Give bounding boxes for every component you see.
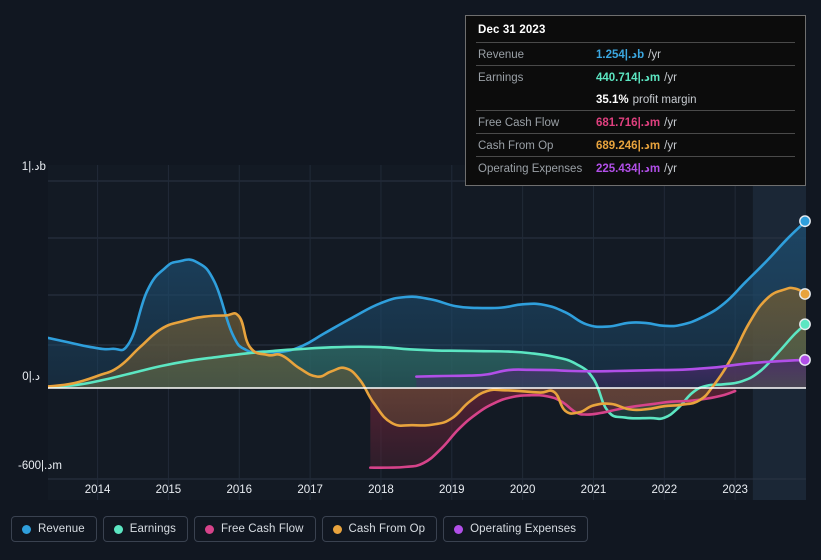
- x-axis-tick-2014: 2014: [84, 484, 111, 496]
- y-axis-label-zero: 0|.د: [22, 371, 40, 383]
- tooltip-row: Operating Expenses 225.434|.دm/yr: [476, 156, 795, 179]
- tooltip-row-unit: /yr: [664, 117, 677, 129]
- chart-legend[interactable]: Revenue Earnings Free Cash Flow Cash From O…: [11, 516, 589, 542]
- tooltip-row-value: 35.1%: [596, 94, 629, 106]
- legend-item-label: Free Cash Flow: [220, 523, 304, 535]
- tooltip-row-unit: /yr: [648, 49, 661, 61]
- x-axis-tick-2019: 2019: [438, 484, 465, 496]
- series-endpoint-marker: [799, 318, 811, 331]
- x-axis-tick-2023: 2023: [722, 484, 748, 496]
- tooltip-row: Earnings 440.714|.دm/yr: [476, 65, 795, 88]
- tooltip-row-label: Free Cash Flow: [478, 117, 560, 129]
- data-tooltip: Dec 31 2023 Revenue 1.254|.دb/yr Earnings 4…: [465, 15, 806, 186]
- legend-color-dot-icon: [204, 524, 214, 534]
- x-axis-tick-2018: 2018: [368, 484, 394, 496]
- tooltip-rows: Revenue 1.254|.دb/yr Earnings 440.714|.دm/y…: [476, 42, 795, 179]
- legend-color-dot-icon: [113, 524, 123, 534]
- tooltip-row-value: 1.254|.دb: [596, 49, 645, 61]
- x-axis-tick-2020: 2020: [509, 484, 536, 496]
- legend-item-free-cash-flow[interactable]: Free Cash Flow: [193, 516, 316, 542]
- tooltip-date: Dec 31 2023: [478, 24, 546, 36]
- tooltip-row: 35.1% profit margin: [476, 88, 795, 110]
- financial-chart: 1|.دb 0|.د -600|.دm 2014 2015 2016 2017 2018…: [0, 0, 821, 560]
- legend-item-label: Revenue: [38, 523, 85, 535]
- tooltip-row: Cash From Op 689.246|.دm/yr: [476, 133, 795, 156]
- tooltip-row-unit: profit margin: [632, 94, 697, 106]
- tooltip-row-value: 689.246|.دm: [596, 140, 661, 152]
- series-endpoint-marker: [799, 354, 811, 366]
- x-axis-tick-2016: 2016: [226, 484, 253, 496]
- x-axis-tick-2022: 2022: [651, 484, 678, 496]
- series-endpoint-marker: [799, 288, 811, 300]
- tooltip-row-label: Cash From Op: [478, 140, 554, 152]
- tooltip-row: Revenue 1.254|.دb/yr: [476, 42, 795, 65]
- tooltip-row: Free Cash Flow 681.716|.دm/yr: [476, 110, 795, 133]
- y-axis-label-top: 1|.دb: [21, 161, 46, 173]
- tooltip-row-label: Operating Expenses: [478, 163, 583, 175]
- legend-item-label: Earnings: [129, 523, 176, 535]
- legend-item-label: Operating Expenses: [470, 523, 577, 535]
- y-axis-label-bottom: -600|.دm: [17, 460, 62, 472]
- x-axis-tick-2017: 2017: [297, 484, 323, 496]
- tooltip-row-unit: /yr: [664, 163, 677, 175]
- tooltip-row-value: 681.716|.دm: [596, 117, 661, 129]
- legend-item-label: Cash From Op: [348, 523, 426, 535]
- tooltip-row-unit: /yr: [664, 72, 677, 84]
- legend-color-dot-icon: [22, 524, 31, 534]
- tooltip-row-label: Earnings: [478, 72, 524, 84]
- tooltip-row-value: 225.434|.دm: [596, 163, 661, 175]
- tooltip-row-unit: /yr: [664, 140, 677, 152]
- legend-color-dot-icon: [332, 524, 342, 534]
- legend-color-dot-icon: [454, 524, 464, 534]
- legend-item-earnings[interactable]: Earnings: [102, 516, 188, 542]
- x-axis-tick-2015: 2015: [155, 484, 182, 496]
- series-endpoint-marker: [799, 215, 811, 228]
- tooltip-row-value: 440.714|.دm: [596, 72, 661, 84]
- x-axis-tick-2021: 2021: [580, 484, 607, 496]
- legend-item-operating-expenses[interactable]: Operating Expenses: [443, 516, 589, 542]
- legend-item-revenue[interactable]: Revenue: [11, 516, 97, 542]
- x-axis-labels: 2014 2015 2016 2017 2018 2019 2020 2021 2022 2023: [0, 484, 821, 502]
- tooltip-row-label: Revenue: [478, 49, 525, 61]
- legend-item-cash-from-op[interactable]: Cash From Op: [321, 516, 438, 542]
